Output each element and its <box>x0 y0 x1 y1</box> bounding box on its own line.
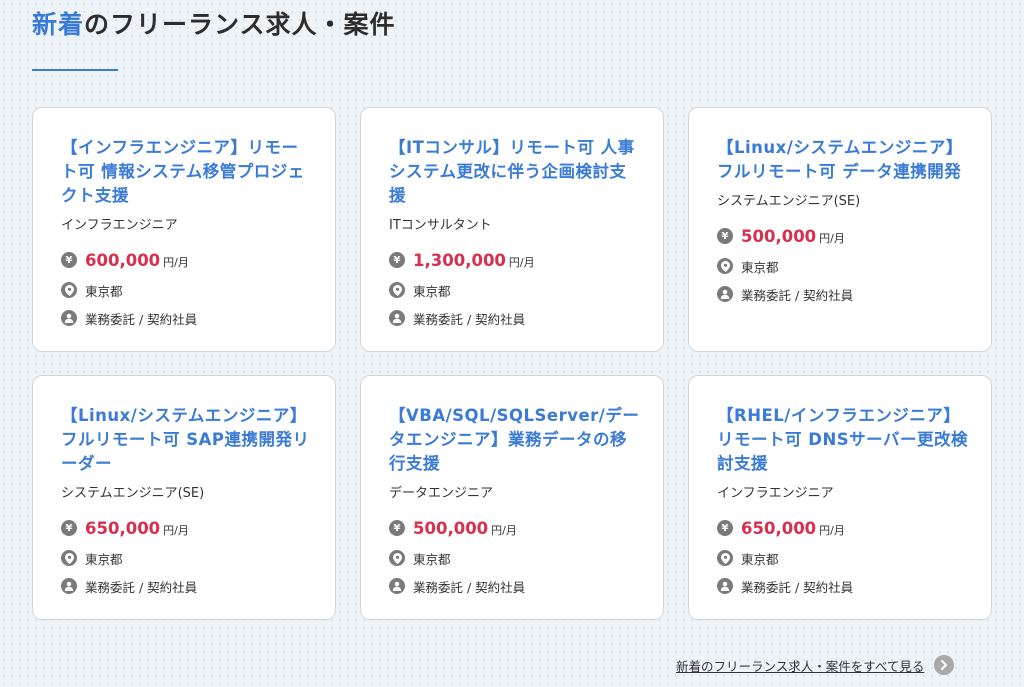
job-role: ITコンサルタント <box>389 218 492 233</box>
price-unit: 円/月 <box>491 524 517 537</box>
location-text: 東京都 <box>413 551 451 567</box>
map-pin-icon <box>389 550 405 566</box>
section-header: 新着のフリーランス求人・案件 <box>32 8 396 42</box>
price-amount: 500,000 <box>413 518 489 538</box>
price-unit: 円/月 <box>163 256 189 269</box>
see-all-label[interactable]: 新着のフリーランス求人・案件をすべて見る <box>676 656 924 675</box>
job-card[interactable]: 【Linux/システムエンジニア】フルリモート可 SAP連携開発リーダー システ… <box>32 375 336 620</box>
contract-text: 業務委託 / 契約社員 <box>85 311 198 327</box>
price-amount: 1,300,000 <box>413 250 506 270</box>
price-amount: 650,000 <box>85 518 161 538</box>
job-price: ¥ 650,000 円/月 <box>717 516 971 540</box>
user-icon <box>389 578 405 594</box>
job-card[interactable]: 【VBA/SQL/SQLServer/データエンジニア】業務データの移行支援 デ… <box>360 375 664 620</box>
job-role: システムエンジニア(SE) <box>61 486 205 501</box>
job-contract: 業務委託 / 契約社員 <box>717 576 971 596</box>
contract-text: 業務委託 / 契約社員 <box>741 287 854 303</box>
job-role: システムエンジニア(SE) <box>717 194 861 209</box>
job-price: ¥ 650,000 円/月 <box>61 516 315 540</box>
price-unit: 円/月 <box>163 524 189 537</box>
job-role: データエンジニア <box>389 486 494 501</box>
job-location: 東京都 <box>61 280 315 300</box>
section-title-rest: のフリーランス求人・案件 <box>84 10 396 39</box>
job-card[interactable]: 【Linux/システムエンジニア】フルリモート可 データ連携開発 システムエンジ… <box>688 107 992 352</box>
yen-icon: ¥ <box>717 228 733 244</box>
location-text: 東京都 <box>741 551 779 567</box>
job-location: 東京都 <box>389 548 643 568</box>
yen-icon: ¥ <box>717 520 733 536</box>
job-title[interactable]: 【RHEL/インフラエンジニア】リモート可 DNSサーバー更改検討支援 <box>717 404 971 476</box>
yen-icon: ¥ <box>61 252 77 268</box>
job-title[interactable]: 【ITコンサル】リモート可 人事システム更改に伴う企画検討支援 <box>389 136 643 208</box>
job-location: 東京都 <box>717 256 971 276</box>
user-icon <box>61 578 77 594</box>
job-contract: 業務委託 / 契約社員 <box>389 308 643 328</box>
job-title[interactable]: 【Linux/システムエンジニア】フルリモート可 SAP連携開発リーダー <box>61 404 315 476</box>
yen-icon: ¥ <box>389 252 405 268</box>
chevron-right-icon[interactable] <box>934 655 955 675</box>
yen-icon: ¥ <box>61 520 77 536</box>
map-pin-icon <box>717 550 733 566</box>
price-unit: 円/月 <box>819 232 845 245</box>
job-title[interactable]: 【VBA/SQL/SQLServer/データエンジニア】業務データの移行支援 <box>389 404 643 476</box>
job-role: インフラエンジニア <box>61 218 178 233</box>
price-amount: 600,000 <box>85 250 161 270</box>
contract-text: 業務委託 / 契約社員 <box>413 579 526 595</box>
title-underline <box>32 69 118 71</box>
map-pin-icon <box>61 282 77 298</box>
price-amount: 650,000 <box>741 518 817 538</box>
job-contract: 業務委託 / 契約社員 <box>389 576 643 596</box>
job-price: ¥ 500,000 円/月 <box>717 224 971 248</box>
user-icon <box>61 310 77 326</box>
job-price: ¥ 600,000 円/月 <box>61 248 315 272</box>
job-role: インフラエンジニア <box>717 486 834 501</box>
job-title[interactable]: 【インフラエンジニア】リモート可 情報システム移管プロジェクト支援 <box>61 136 315 208</box>
price-unit: 円/月 <box>508 256 535 269</box>
map-pin-icon <box>389 282 405 298</box>
section-title: 新着のフリーランス求人・案件 <box>32 8 396 42</box>
job-contract: 業務委託 / 契約社員 <box>61 576 315 596</box>
job-card[interactable]: 【RHEL/インフラエンジニア】リモート可 DNSサーバー更改検討支援 インフラ… <box>688 375 992 620</box>
job-contract: 業務委託 / 契約社員 <box>717 284 971 304</box>
map-pin-icon <box>61 550 77 566</box>
location-text: 東京都 <box>85 551 123 567</box>
job-location: 東京都 <box>717 548 971 568</box>
job-contract: 業務委託 / 契約社員 <box>61 308 315 328</box>
price-amount: 500,000 <box>741 226 817 246</box>
contract-text: 業務委託 / 契約社員 <box>413 311 526 327</box>
section-title-accent: 新着 <box>32 10 85 39</box>
yen-icon: ¥ <box>389 520 405 536</box>
job-card[interactable]: 【インフラエンジニア】リモート可 情報システム移管プロジェクト支援 インフラエン… <box>32 107 336 352</box>
job-location: 東京都 <box>61 548 315 568</box>
job-price: ¥ 1,300,000 円/月 <box>389 248 643 272</box>
user-icon <box>717 286 733 302</box>
location-text: 東京都 <box>85 283 123 299</box>
price-unit: 円/月 <box>819 524 845 537</box>
map-pin-icon <box>717 258 733 274</box>
job-card[interactable]: 【ITコンサル】リモート可 人事システム更改に伴う企画検討支援 ITコンサルタン… <box>360 107 664 352</box>
job-location: 東京都 <box>389 280 643 300</box>
job-title[interactable]: 【Linux/システムエンジニア】フルリモート可 データ連携開発 <box>717 136 971 184</box>
location-text: 東京都 <box>413 283 451 299</box>
user-icon <box>389 310 405 326</box>
see-all-link[interactable]: 新着のフリーランス求人・案件をすべて見る <box>676 655 955 675</box>
location-text: 東京都 <box>741 259 779 275</box>
job-price: ¥ 500,000 円/月 <box>389 516 643 540</box>
contract-text: 業務委託 / 契約社員 <box>741 579 854 595</box>
contract-text: 業務委託 / 契約社員 <box>85 579 198 595</box>
user-icon <box>717 578 733 594</box>
